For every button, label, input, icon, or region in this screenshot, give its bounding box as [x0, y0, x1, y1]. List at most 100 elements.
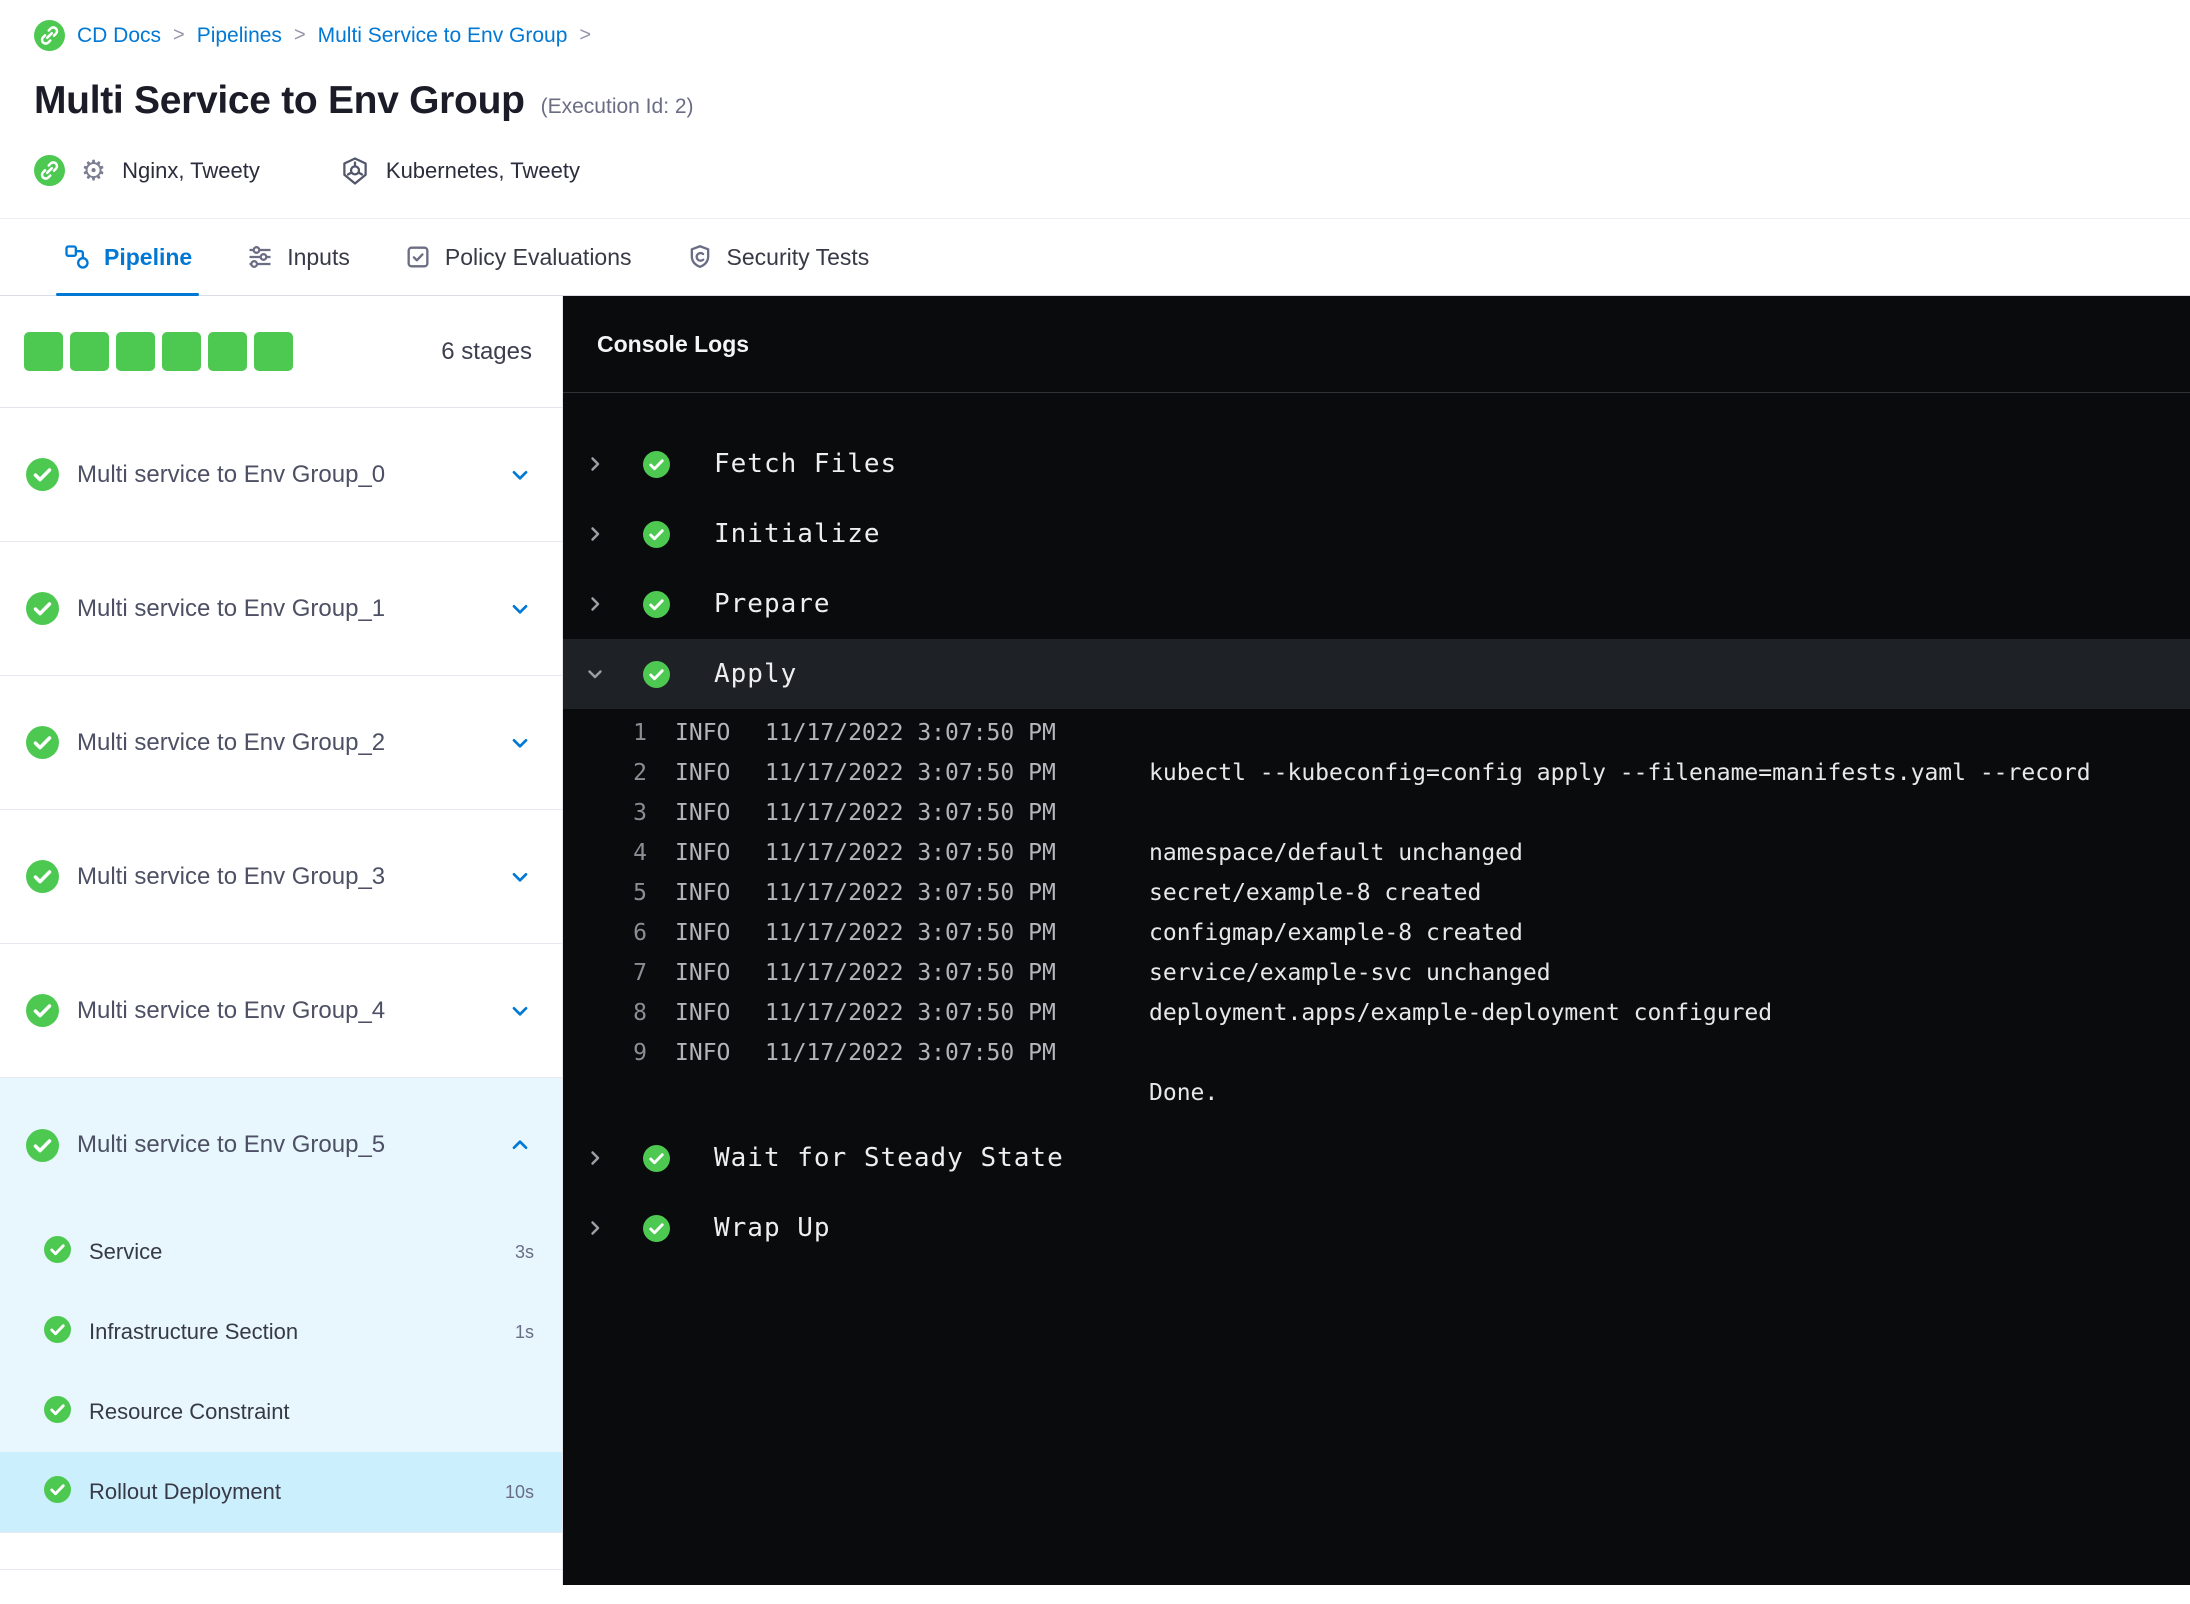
- log-level: INFO: [675, 1040, 731, 1066]
- breadcrumb-separator: >: [173, 24, 185, 46]
- expanded-stage-group: Multi service to Env Group_5 Service 3s Inf…: [0, 1078, 562, 1533]
- policy-evaluations-icon: [404, 243, 432, 271]
- stage-success-icon: [26, 1128, 59, 1162]
- breadcrumb-separator: >: [293, 24, 306, 46]
- services-gear-icon: ⚙: [81, 154, 107, 186]
- step-success-icon: [643, 660, 670, 688]
- log-line: 6 INFO 11/17/2022 3:07:50 PM configmap/exam…: [563, 913, 2190, 953]
- stage-progress-squares: [24, 332, 293, 371]
- log-level: INFO: [675, 960, 731, 986]
- sidebar-footer: [0, 1533, 562, 1570]
- step-row-service[interactable]: Service 3s: [0, 1212, 562, 1292]
- console-step-label: Fetch Files: [714, 449, 898, 479]
- breadcrumb-link-cd-docs[interactable]: CD Docs: [77, 24, 161, 48]
- step-success-icon: [44, 1396, 71, 1428]
- inputs-icon: [246, 243, 274, 271]
- chevron-up-icon[interactable]: [508, 1133, 532, 1157]
- breadcrumb-link-pipelines[interactable]: Pipelines: [197, 24, 282, 48]
- log-line: 5 INFO 11/17/2022 3:07:50 PM secret/example…: [563, 873, 2190, 913]
- execution-id: (Execution Id: 2): [540, 95, 694, 118]
- execution-header: CD Docs > Pipelines > Multi Service to E…: [0, 0, 2190, 186]
- step-duration: 10s: [504, 1481, 534, 1502]
- step-row-resource-constraint[interactable]: Resource Constraint: [0, 1372, 562, 1452]
- log-timestamp: 11/17/2022 3:07:50 PM: [765, 960, 1056, 986]
- console-step-prepare[interactable]: Prepare: [563, 569, 2190, 639]
- log-line-number: 1: [633, 720, 647, 746]
- chevron-right-icon[interactable]: [583, 1147, 607, 1169]
- stage-row-multi-service-to-env-group-3[interactable]: Multi service to Env Group_3: [0, 810, 562, 944]
- stage-label: Multi service to Env Group_4: [77, 996, 386, 1024]
- console-step-apply[interactable]: Apply: [563, 639, 2190, 709]
- console-step-initialize[interactable]: Initialize: [563, 499, 2190, 569]
- stage-progress-square: [116, 332, 155, 371]
- step-success-icon: [44, 1236, 71, 1268]
- log-message: kubectl --kubeconfig=config apply --file…: [1149, 760, 2091, 786]
- stage-success-icon: [26, 860, 59, 893]
- chevron-right-icon[interactable]: [583, 523, 607, 545]
- stage-row-multi-service-to-env-group-1[interactable]: Multi service to Env Group_1: [0, 542, 562, 676]
- tab-policy-evaluations[interactable]: Policy Evaluations: [377, 219, 659, 295]
- step-success-icon: [44, 1476, 71, 1508]
- log-level: INFO: [675, 880, 731, 906]
- stage-success-icon: [26, 726, 59, 759]
- log-line: Done.: [563, 1073, 2190, 1113]
- breadcrumb-link-pipeline-name[interactable]: Multi Service to Env Group: [318, 24, 568, 48]
- log-message: deployment.apps/example-deployment confi…: [1149, 1000, 1773, 1026]
- breadcrumb: CD Docs > Pipelines > Multi Service to E…: [34, 20, 2190, 51]
- stage-progress-square: [254, 332, 293, 371]
- breadcrumb-separator: >: [579, 24, 592, 46]
- log-message: service/example-svc unchanged: [1149, 960, 1551, 986]
- chevron-down-icon[interactable]: [508, 731, 532, 755]
- stage-progress-square: [162, 332, 201, 371]
- console-step-wrap-up[interactable]: Wrap Up: [563, 1193, 2190, 1263]
- chevron-right-icon[interactable]: [583, 1217, 607, 1239]
- tab-security-tests[interactable]: Security Tests: [659, 219, 897, 295]
- stage-row-multi-service-to-env-group-2[interactable]: Multi service to Env Group_2: [0, 676, 562, 810]
- console-steps: Fetch Files Initialize Prepare Apply 1 INFO 11…: [563, 393, 2190, 1263]
- stage-row-multi-service-to-env-group-0[interactable]: Multi service to Env Group_0: [0, 408, 562, 542]
- chevron-down-icon[interactable]: [508, 865, 532, 889]
- console-step-label: Wrap Up: [714, 1213, 831, 1243]
- step-success-icon: [643, 590, 670, 618]
- console-step-fetch-files[interactable]: Fetch Files: [563, 429, 2190, 499]
- stage-row-multi-service-to-env-group-4[interactable]: Multi service to Env Group_4: [0, 944, 562, 1078]
- log-line-number: 7: [633, 960, 647, 986]
- console-log-panel: Console Logs Fetch Files Initialize Prepar…: [563, 296, 2190, 1585]
- tab-pipeline[interactable]: Pipeline: [36, 219, 219, 296]
- log-line: 9 INFO 11/17/2022 3:07:50 PM: [563, 1033, 2190, 1073]
- console-step-wait-for-steady-state[interactable]: Wait for Steady State: [563, 1123, 2190, 1193]
- stage-label: Multi service to Env Group_5: [77, 1131, 386, 1158]
- chevron-right-icon[interactable]: [583, 593, 607, 615]
- trigger-link-icon: [34, 155, 65, 186]
- tab-bar: Pipeline Inputs Policy Evaluations Secur…: [0, 218, 2190, 296]
- security-tests-icon: [686, 243, 714, 271]
- step-label: Service: [89, 1239, 163, 1264]
- chevron-down-icon[interactable]: [508, 463, 532, 487]
- console-step-label: Wait for Steady State: [714, 1143, 1064, 1173]
- log-line-number: 5: [633, 880, 647, 906]
- log-timestamp: 11/17/2022 3:07:50 PM: [765, 920, 1056, 946]
- step-row-rollout-deployment[interactable]: Rollout Deployment 10s: [0, 1452, 562, 1532]
- stages-count-label: 6 stages: [441, 337, 532, 365]
- execution-meta-row: ⚙ Nginx, Tweety Kubernetes, Tweety: [34, 155, 2190, 186]
- tab-inputs[interactable]: Inputs: [219, 219, 377, 295]
- step-success-icon: [643, 1144, 670, 1172]
- console-step-label: Initialize: [714, 519, 881, 549]
- log-timestamp: 11/17/2022 3:07:50 PM: [765, 800, 1056, 826]
- stage-list: Multi service to Env Group_0 Multi servic…: [0, 408, 562, 1533]
- stage-label: Multi service to Env Group_0: [77, 460, 386, 488]
- chevron-down-icon[interactable]: [508, 597, 532, 621]
- log-level: INFO: [675, 920, 731, 946]
- stage-progress-square: [208, 332, 247, 371]
- log-timestamp: 11/17/2022 3:07:50 PM: [765, 880, 1056, 906]
- chevron-down-icon[interactable]: [508, 999, 532, 1023]
- log-level: INFO: [675, 840, 731, 866]
- stage-row-multi-service-to-env-group-5[interactable]: Multi service to Env Group_5: [0, 1078, 562, 1212]
- stage-progress-square: [24, 332, 63, 371]
- chevron-right-icon[interactable]: [583, 453, 607, 475]
- log-line-number: 4: [633, 840, 647, 866]
- step-success-icon: [643, 1214, 670, 1242]
- step-row-infrastructure-section[interactable]: Infrastructure Section 1s: [0, 1292, 562, 1372]
- chevron-down-icon[interactable]: [583, 663, 607, 685]
- step-label: Resource Constraint: [89, 1399, 290, 1424]
